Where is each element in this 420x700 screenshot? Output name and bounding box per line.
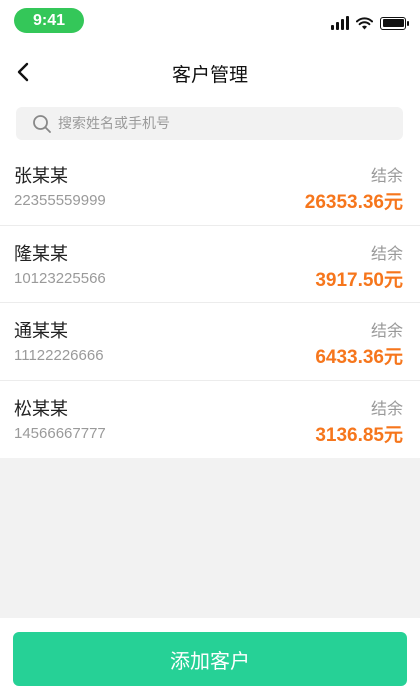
search-box[interactable] [16, 107, 403, 140]
battery-icon [380, 16, 409, 30]
customer-list: 张某某 22355559999 结余 26353.36元 隆某某 1012322… [0, 148, 420, 458]
search-bar [0, 100, 420, 154]
status-icons [331, 15, 409, 31]
customer-phone: 14566667777 [14, 424, 106, 442]
customer-name: 通某某 [14, 321, 68, 342]
customer-name: 松某某 [14, 398, 68, 420]
search-input[interactable] [58, 115, 403, 132]
bottom-bar: 添加客户 [0, 618, 420, 700]
cellular-signal-icon [331, 16, 349, 30]
search-icon [33, 114, 51, 133]
customer-name: 隆某某 [14, 243, 68, 265]
balance-amount: 3917.50元 [315, 269, 403, 291]
customer-phone: 11122226666 [14, 347, 104, 364]
customer-phone: 22355559999 [14, 192, 106, 209]
wifi-icon [356, 16, 373, 29]
customer-phone: 10123225566 [14, 269, 106, 287]
balance-label: 结余 [370, 243, 403, 263]
customer-row[interactable]: 隆某某 10123225566 结余 3917.50元 [0, 226, 420, 303]
customer-row[interactable]: 张某某 22355559999 结余 26353.36元 [0, 148, 420, 226]
customer-name: 张某某 [14, 166, 68, 187]
status-time: 9:41 [14, 8, 84, 33]
balance-amount: 3136.85元 [315, 424, 403, 446]
balance-amount: 26353.36元 [304, 192, 403, 213]
balance-amount: 6433.36元 [315, 347, 403, 368]
page-title: 客户管理 [171, 64, 248, 86]
customer-row[interactable]: 松某某 14566667777 结余 3136.85元 [0, 381, 420, 459]
add-customer-button[interactable]: 添加客户 [13, 632, 407, 686]
balance-label: 结余 [370, 166, 403, 185]
balance-label: 结余 [370, 321, 403, 340]
balance-label: 结余 [370, 398, 403, 418]
nav-bar: 客户管理 [0, 44, 420, 100]
status-bar: 9:41 [0, 0, 420, 44]
customer-row[interactable]: 通某某 11122226666 结余 6433.36元 [0, 303, 420, 381]
